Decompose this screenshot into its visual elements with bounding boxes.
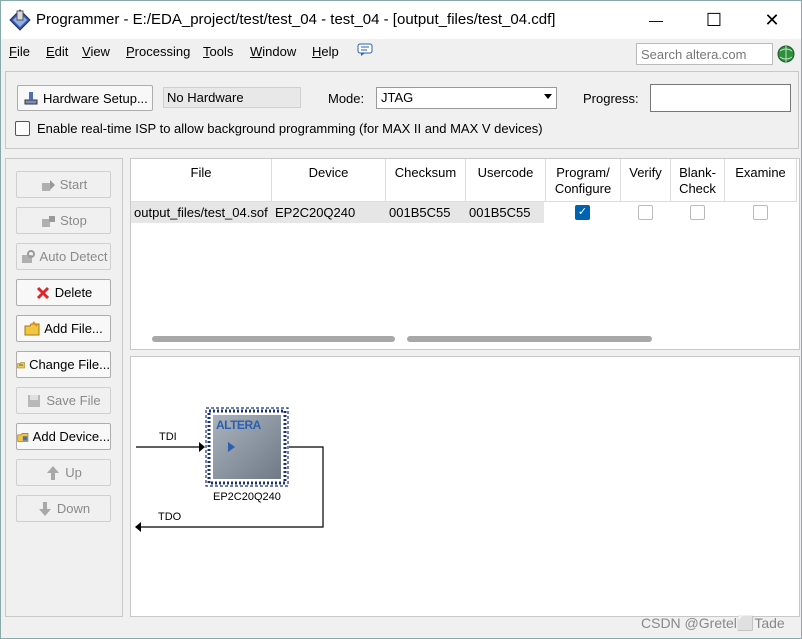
program-configure-checkbox[interactable]: ✓ [575, 205, 590, 220]
auto-detect-icon [21, 249, 35, 263]
menu-view[interactable]: View [82, 44, 110, 59]
blank-check-checkbox[interactable] [690, 205, 705, 220]
chevron-down-icon [544, 94, 552, 99]
jtag-chain-diagram: ALTERA TDI TDO EP2C20Q240 [130, 356, 800, 617]
tdi-label: TDI [159, 431, 177, 443]
window-title: Programmer - E:/EDA_project/test/test_04… [36, 11, 556, 28]
column-header-file[interactable]: File [131, 159, 272, 202]
programmer-app-icon [9, 9, 31, 31]
mode-select[interactable]: JTAG [376, 87, 557, 109]
save-file-icon [28, 394, 41, 407]
chip-logo: ALTERA [216, 418, 261, 432]
examine-checkbox[interactable] [753, 205, 768, 220]
tdo-label: TDO [158, 511, 182, 523]
change-file-icon [17, 361, 25, 368]
mode-label: Mode: [328, 91, 365, 106]
watermark: CSDN @Gretel⬜Tade [641, 615, 785, 631]
chip-name: EP2C20Q240 [213, 491, 281, 503]
add-device-icon [17, 432, 29, 442]
isp-checkbox[interactable] [15, 121, 30, 136]
hardware-panel: Hardware Setup... No Hardware Mode: JTAG… [5, 71, 799, 149]
column-header-blank-check[interactable]: Blank- Check [671, 159, 725, 202]
search-input[interactable]: Search altera.com [636, 43, 773, 65]
hardware-setup-icon [24, 92, 38, 105]
cell-device: EP2C20Q240 [275, 205, 356, 220]
isp-option: Enable real-time ISP to allow background… [15, 121, 543, 136]
hardware-field: No Hardware [163, 87, 301, 108]
add-file-button[interactable]: Add File... [16, 315, 111, 342]
down-button[interactable]: Down [16, 495, 111, 522]
minimize-icon: — [649, 12, 663, 28]
close-icon: ✕ [764, 9, 780, 30]
add-device-button[interactable]: Add Device... [16, 423, 111, 450]
programmer-window: Programmer - E:/EDA_project/test/test_04… [0, 0, 802, 639]
menu-window[interactable]: Window [250, 44, 296, 59]
close-button[interactable]: ✕ [743, 1, 801, 39]
globe-icon[interactable] [777, 45, 795, 63]
hardware-setup-button[interactable]: Hardware Setup... [17, 85, 153, 111]
cell-checksum: 001B5C55 [389, 205, 451, 220]
stop-button[interactable]: Stop [16, 207, 111, 234]
tdo-arrow-icon [135, 522, 141, 532]
start-button[interactable]: Start [16, 171, 111, 198]
menu-help[interactable]: Help [312, 44, 339, 59]
menu-tools[interactable]: Tools [203, 44, 233, 59]
menu-edit[interactable]: Edit [46, 44, 68, 59]
verify-checkbox[interactable] [638, 205, 653, 220]
column-header-device[interactable]: Device [272, 159, 386, 202]
mode-value: JTAG [381, 90, 414, 105]
column-header-checksum[interactable]: Checksum [386, 159, 466, 202]
menu-file[interactable]: File [9, 44, 30, 59]
delete-button[interactable]: Delete [16, 279, 111, 306]
up-icon [47, 465, 60, 480]
column-header-examine[interactable]: Examine [725, 159, 797, 202]
isp-label: Enable real-time ISP to allow background… [37, 121, 543, 136]
hardware-setup-label: Hardware Setup... [43, 90, 148, 106]
stop-icon [42, 215, 56, 227]
save-file-button[interactable]: Save File [16, 387, 111, 414]
add-file-icon [24, 320, 40, 335]
device-table: File Device Checksum Usercode Program/Co… [130, 158, 800, 350]
title-bar: Programmer - E:/EDA_project/test/test_04… [1, 1, 801, 39]
down-icon [38, 501, 51, 516]
delete-icon [36, 286, 49, 299]
auto-detect-button[interactable]: Auto Detect [16, 243, 111, 270]
up-button[interactable]: Up [16, 459, 111, 486]
action-button-panel: Start Stop Auto Detect Delete Add File..… [5, 158, 123, 617]
column-header-verify[interactable]: Verify [621, 159, 671, 202]
column-header-usercode[interactable]: Usercode [466, 159, 546, 202]
chain-canvas [135, 407, 324, 532]
horizontal-scrollbar-right[interactable] [407, 336, 652, 342]
column-header-program-configure[interactable]: Program/Configure [546, 159, 621, 202]
cell-file: output_files/test_04.sof [134, 205, 268, 220]
chat-bubble-icon[interactable] [357, 43, 373, 57]
change-file-button[interactable]: Change File... [16, 351, 111, 378]
maximize-button[interactable]: ☐ [685, 1, 743, 39]
progress-label: Progress: [583, 91, 639, 106]
progress-bar [650, 84, 791, 112]
menu-processing[interactable]: Processing [126, 44, 190, 59]
tdi-arrow-icon [199, 442, 205, 452]
start-icon [41, 179, 55, 191]
cell-usercode: 001B5C55 [469, 205, 531, 220]
horizontal-scrollbar-left[interactable] [152, 336, 395, 342]
minimize-button[interactable]: — [627, 1, 685, 39]
maximize-icon: ☐ [705, 9, 723, 30]
